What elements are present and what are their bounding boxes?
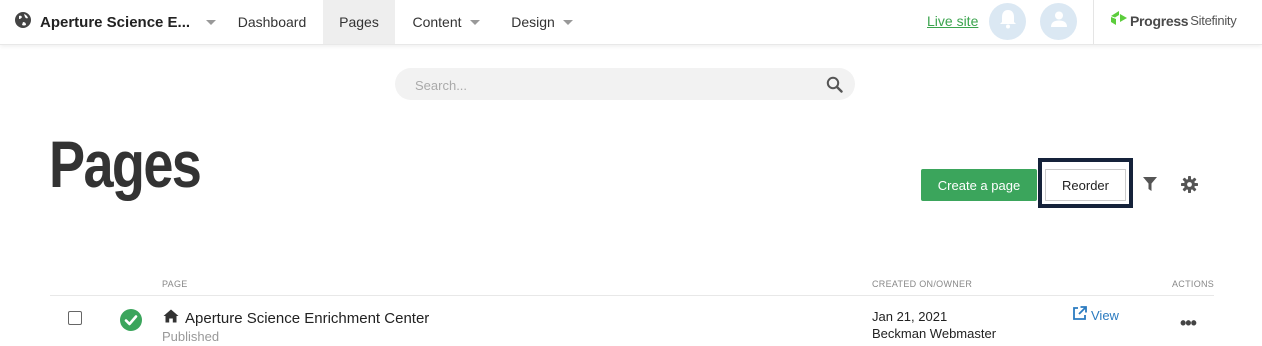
bell-icon bbox=[999, 9, 1017, 34]
search-box bbox=[395, 68, 855, 102]
reorder-button[interactable]: Reorder bbox=[1045, 169, 1126, 201]
column-header-actions: ACTIONS bbox=[1172, 279, 1215, 289]
page-title-text: Aperture Science Enrichment Center bbox=[185, 309, 430, 327]
site-name: Aperture Science E... bbox=[40, 13, 191, 31]
search-icon[interactable] bbox=[826, 76, 843, 98]
page-status: Published bbox=[162, 329, 220, 344]
globe-icon bbox=[14, 11, 32, 34]
divider bbox=[1093, 0, 1094, 44]
column-header-created: CREATED ON/OWNER bbox=[872, 279, 973, 289]
brand-progress: Progress bbox=[1130, 12, 1189, 29]
chevron-down-icon bbox=[562, 19, 573, 25]
nav-content-label: Content bbox=[412, 14, 462, 30]
nav-content[interactable]: Content bbox=[399, 0, 493, 44]
progress-logo-icon bbox=[1110, 10, 1128, 31]
user-icon bbox=[1050, 10, 1068, 33]
create-page-button[interactable]: Create a page bbox=[921, 169, 1037, 201]
brand-sitefinity: Sitefinity bbox=[1190, 13, 1237, 28]
row-actions-menu[interactable]: ••• bbox=[1180, 313, 1197, 334]
nav-design-label: Design bbox=[511, 14, 555, 30]
table-divider bbox=[50, 295, 1214, 296]
gear-icon[interactable] bbox=[1181, 176, 1198, 198]
external-link-icon bbox=[1072, 306, 1087, 324]
site-selector[interactable]: Aperture Science E... bbox=[14, 0, 217, 44]
row-checkbox[interactable] bbox=[68, 311, 82, 325]
page-owner: Beckman Webmaster bbox=[872, 326, 997, 341]
view-link[interactable]: View bbox=[1072, 306, 1119, 324]
page-title-link[interactable]: Aperture Science Enrichment Center bbox=[163, 309, 429, 327]
home-icon bbox=[163, 309, 179, 327]
nav-pages-label: Pages bbox=[339, 14, 379, 30]
page-title: Pages bbox=[49, 127, 202, 201]
column-header-page: PAGE bbox=[162, 279, 188, 289]
search-input[interactable] bbox=[413, 68, 817, 102]
user-avatar-button[interactable] bbox=[1040, 3, 1077, 40]
published-check-icon bbox=[120, 309, 142, 336]
chevron-down-icon bbox=[469, 19, 480, 25]
nav-pages[interactable]: Pages bbox=[323, 0, 395, 44]
created-date: Jan 21, 2021 bbox=[872, 309, 948, 324]
nav-dashboard-label: Dashboard bbox=[237, 14, 307, 30]
progress-sitefinity-logo: Progress Sitefinity bbox=[1110, 10, 1237, 31]
filter-icon[interactable] bbox=[1143, 177, 1157, 197]
chevron-down-icon bbox=[206, 19, 217, 25]
view-label: View bbox=[1091, 307, 1119, 323]
notifications-button[interactable] bbox=[989, 3, 1026, 40]
nav-dashboard[interactable]: Dashboard bbox=[225, 0, 319, 44]
nav-design[interactable]: Design bbox=[499, 0, 585, 44]
top-navigation-bar: Aperture Science E... Dashboard Pages Co… bbox=[0, 0, 1262, 45]
live-site-link[interactable]: Live site bbox=[927, 13, 978, 29]
